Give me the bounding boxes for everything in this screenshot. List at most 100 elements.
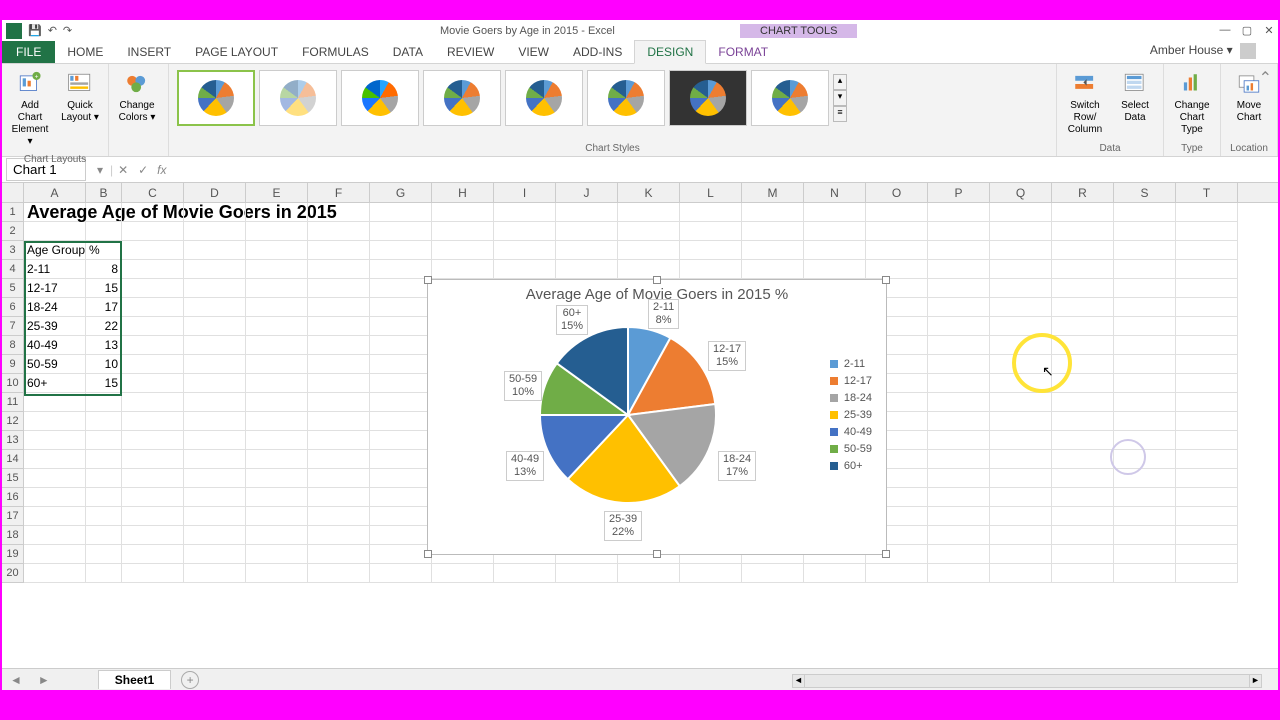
cell[interactable] (928, 260, 990, 279)
cell[interactable] (370, 279, 432, 298)
cell[interactable] (1114, 469, 1176, 488)
cell[interactable] (86, 545, 122, 564)
col-header[interactable]: G (370, 183, 432, 202)
cell[interactable] (24, 393, 86, 412)
cell[interactable]: 15 (86, 279, 122, 298)
cell[interactable] (680, 564, 742, 583)
spreadsheet-grid[interactable]: A B C D E F G H I J K L M N O P Q R S T … (2, 183, 1278, 662)
cell[interactable] (1052, 450, 1114, 469)
row-header[interactable]: 7 (2, 317, 24, 336)
cell[interactable] (494, 203, 556, 222)
minimize-icon[interactable]: — (1218, 24, 1232, 37)
legend-item[interactable]: 25-39 (830, 409, 872, 421)
save-icon[interactable]: 💾 (28, 24, 42, 37)
cell[interactable] (928, 564, 990, 583)
cell[interactable] (1052, 507, 1114, 526)
cell[interactable] (1114, 374, 1176, 393)
cell[interactable] (184, 203, 246, 222)
cell[interactable]: 60+ (24, 374, 86, 393)
row-header[interactable]: 9 (2, 355, 24, 374)
cell[interactable] (1176, 203, 1238, 222)
cell[interactable]: 40-49 (24, 336, 86, 355)
cell[interactable] (1176, 298, 1238, 317)
cell[interactable] (1176, 317, 1238, 336)
legend-item[interactable]: 40-49 (830, 426, 872, 438)
cell[interactable] (184, 412, 246, 431)
tab-design[interactable]: DESIGN (634, 40, 706, 64)
cell[interactable] (86, 526, 122, 545)
cell[interactable] (990, 545, 1052, 564)
cell[interactable] (742, 222, 804, 241)
cell[interactable] (308, 355, 370, 374)
cell[interactable] (742, 564, 804, 583)
col-header[interactable]: F (308, 183, 370, 202)
cell[interactable] (1114, 545, 1176, 564)
row-header[interactable]: 3 (2, 241, 24, 260)
cell[interactable] (928, 355, 990, 374)
cell[interactable] (246, 526, 308, 545)
change-chart-type-button[interactable]: Change Chart Type (1168, 66, 1216, 140)
cell[interactable] (308, 317, 370, 336)
data-label[interactable]: 40-4913% (506, 451, 544, 481)
cell[interactable] (1114, 526, 1176, 545)
col-header[interactable]: O (866, 183, 928, 202)
fx-icon[interactable]: fx (153, 163, 170, 177)
col-header[interactable]: P (928, 183, 990, 202)
cell[interactable] (122, 545, 184, 564)
cell[interactable] (432, 260, 494, 279)
maximize-icon[interactable]: ▢ (1240, 24, 1254, 37)
cell[interactable] (928, 507, 990, 526)
row-header[interactable]: 19 (2, 545, 24, 564)
cell[interactable] (1052, 374, 1114, 393)
cell[interactable] (122, 393, 184, 412)
cell[interactable] (990, 393, 1052, 412)
user-account[interactable]: Amber House ▾ (1146, 39, 1260, 63)
row-header[interactable]: 2 (2, 222, 24, 241)
legend-item[interactable]: 2-11 (830, 358, 872, 370)
cell[interactable] (1114, 393, 1176, 412)
cell[interactable] (122, 507, 184, 526)
chart-style-4[interactable] (423, 70, 501, 126)
collapse-ribbon-icon[interactable]: ⌃ (1259, 68, 1272, 88)
cell[interactable] (86, 450, 122, 469)
cell[interactable] (370, 203, 432, 222)
tab-addins[interactable]: ADD-INS (561, 41, 634, 63)
cell[interactable] (370, 241, 432, 260)
row-header[interactable]: 17 (2, 507, 24, 526)
cell[interactable] (1052, 412, 1114, 431)
row-header[interactable]: 6 (2, 298, 24, 317)
cell[interactable] (246, 393, 308, 412)
cell[interactable] (246, 336, 308, 355)
col-header[interactable]: J (556, 183, 618, 202)
cell[interactable] (1052, 488, 1114, 507)
cell[interactable] (308, 488, 370, 507)
cell[interactable] (556, 222, 618, 241)
cell[interactable] (370, 469, 432, 488)
cell[interactable] (24, 412, 86, 431)
cell[interactable] (370, 222, 432, 241)
cell[interactable] (494, 260, 556, 279)
cell[interactable] (122, 412, 184, 431)
cell[interactable] (928, 393, 990, 412)
cell[interactable] (246, 355, 308, 374)
chart-style-6[interactable] (587, 70, 665, 126)
cell[interactable] (308, 374, 370, 393)
cell[interactable] (680, 260, 742, 279)
cell[interactable] (1052, 203, 1114, 222)
cell[interactable] (928, 526, 990, 545)
cell[interactable] (1114, 260, 1176, 279)
col-header[interactable]: K (618, 183, 680, 202)
cell[interactable] (1114, 317, 1176, 336)
tab-data[interactable]: DATA (381, 41, 435, 63)
cell[interactable] (122, 450, 184, 469)
cell[interactable] (370, 450, 432, 469)
cell[interactable] (370, 393, 432, 412)
cell[interactable] (928, 431, 990, 450)
col-header[interactable]: I (494, 183, 556, 202)
cell[interactable] (308, 279, 370, 298)
cell[interactable] (1052, 317, 1114, 336)
cell[interactable] (184, 507, 246, 526)
cell[interactable] (184, 241, 246, 260)
cell[interactable] (866, 241, 928, 260)
cell[interactable] (1052, 241, 1114, 260)
